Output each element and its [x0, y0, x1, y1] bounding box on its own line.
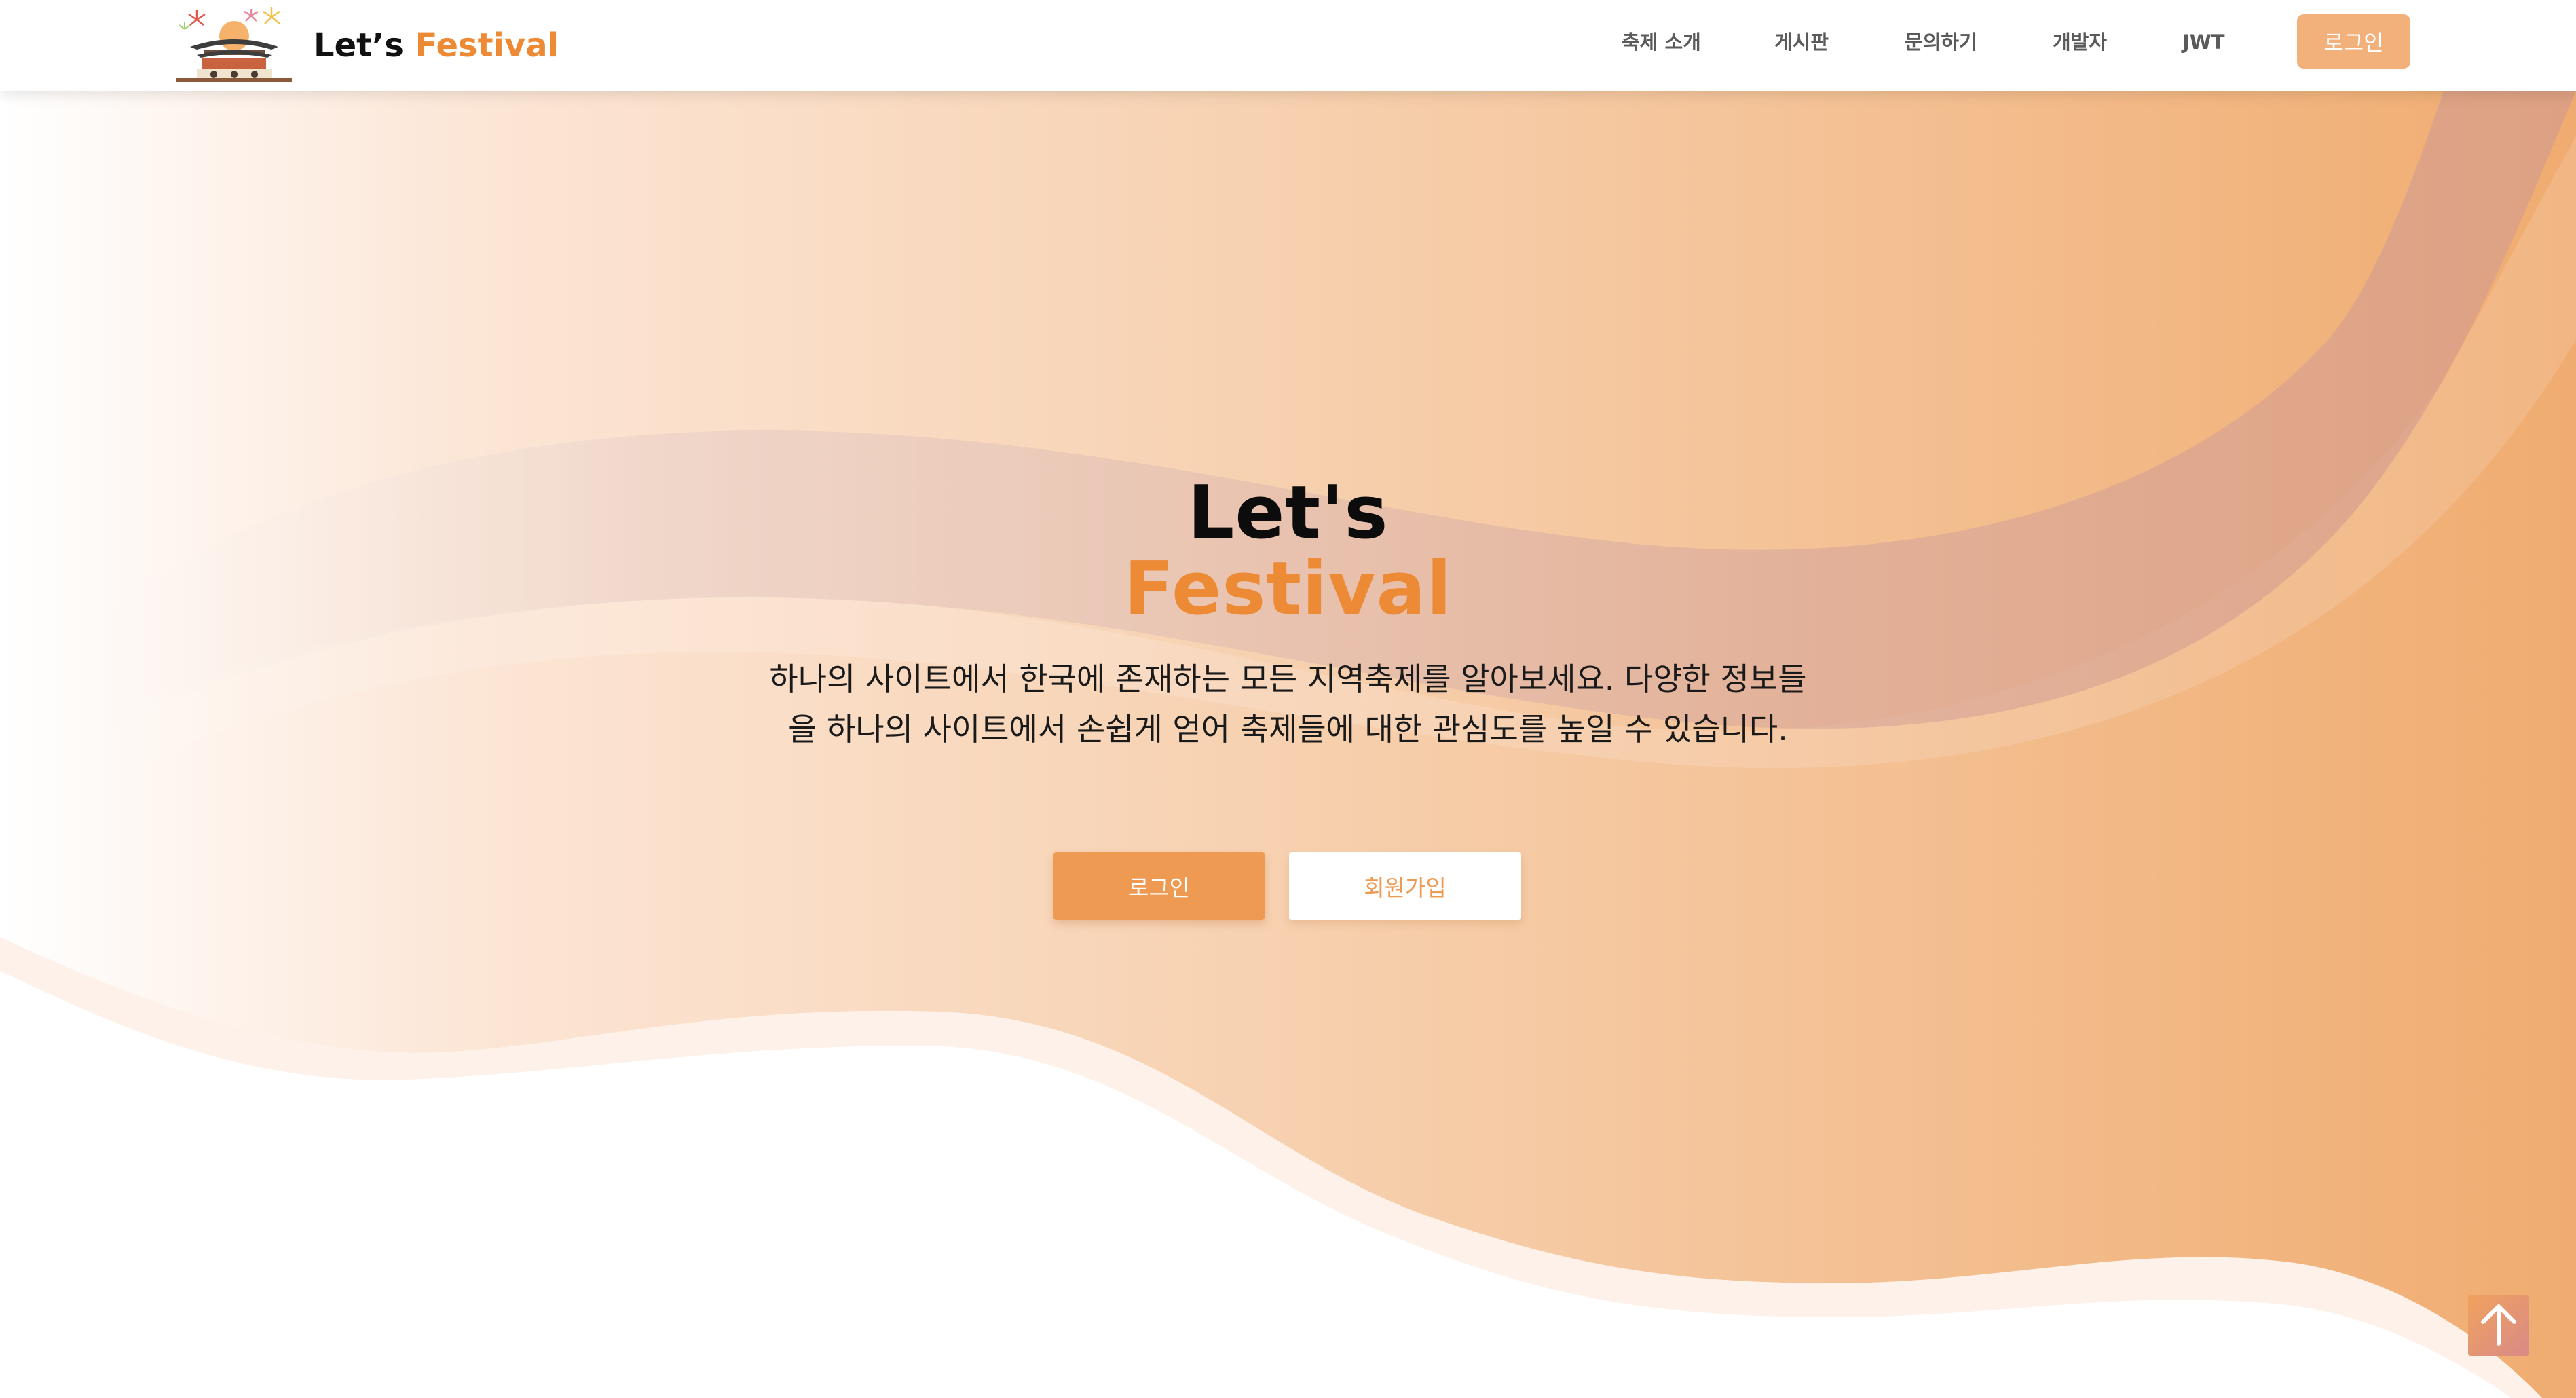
nav-link-contact[interactable]: 문의하기 [1905, 27, 1977, 57]
nav-link-developers[interactable]: 개발자 [2053, 27, 2107, 57]
nav-link-board[interactable]: 게시판 [1774, 27, 1829, 57]
hero-login-button[interactable]: 로그인 [1053, 852, 1265, 920]
hero-signup-button[interactable]: 회원가입 [1289, 852, 1521, 920]
hero-section: Let's Festival 하나의 사이트에서 한국에 존재하는 모든 지역축… [0, 0, 2576, 1398]
arrow-up-icon [2481, 1304, 2516, 1346]
hero-title: Let's Festival [0, 475, 2576, 627]
hero-description: 하나의 사이트에서 한국에 존재하는 모든 지역축제를 알아보세요. 다양한 정… [769, 661, 1807, 748]
nav-link-festival-intro[interactable]: 축제 소개 [1622, 27, 1701, 57]
scroll-to-top-button[interactable] [2468, 1295, 2529, 1356]
top-navbar: Let’s Festival 축제 소개 게시판 문의하기 개발자 JWT 로그… [0, 0, 2576, 91]
nav-link-jwt[interactable]: JWT [2182, 27, 2225, 57]
nav-login-button[interactable]: 로그인 [2297, 14, 2410, 69]
main-nav: 축제 소개 게시판 문의하기 개발자 JWT [0, 0, 2576, 91]
hero-title-line2: Festival [1123, 547, 1453, 631]
hero-title-line1: Let's [1187, 471, 1389, 555]
